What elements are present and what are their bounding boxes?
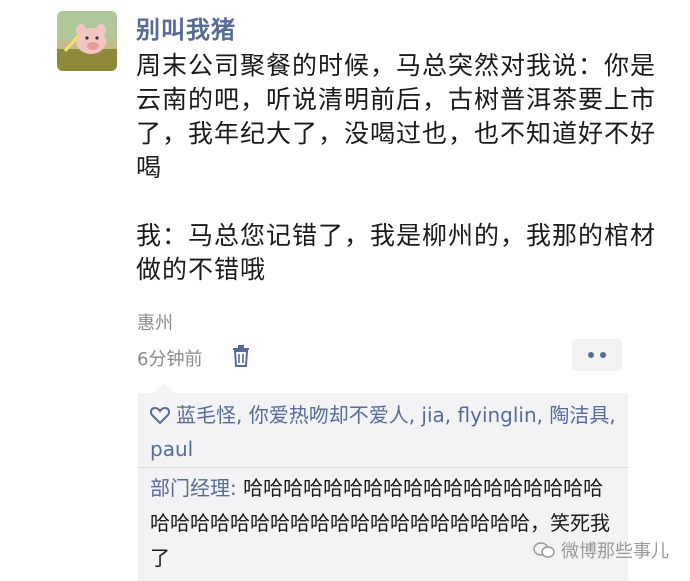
- author-name[interactable]: 别叫我猪: [136, 10, 236, 45]
- heart-icon: [149, 401, 171, 433]
- watermark: 微博那些事儿: [533, 537, 669, 563]
- post-time: 6分钟前: [137, 349, 203, 370]
- commenter-name[interactable]: 部门经理: [150, 476, 230, 500]
- post-text: 周末公司聚餐的时候，马总突然对我说：你是云南的吧，听说清明前后，古树普洱茶要上市…: [136, 51, 657, 284]
- trash-icon[interactable]: [232, 345, 250, 367]
- post-location[interactable]: 惠州: [137, 309, 173, 335]
- comments-arrow: [154, 383, 174, 393]
- wechat-icon: [533, 542, 555, 558]
- likes-list: 蓝毛怪, 你爱热吻却不爱人, jia, flyinglin, 陶洁具, paul: [149, 399, 616, 465]
- avatar[interactable]: [57, 11, 117, 71]
- more-dots-icon[interactable]: [572, 339, 622, 371]
- comment-separator: :: [230, 476, 244, 500]
- divider: [138, 467, 628, 468]
- dot: [600, 352, 606, 358]
- dot: [588, 352, 594, 358]
- like-names[interactable]: 蓝毛怪, 你爱热吻却不爱人, jia, flyinglin, 陶洁具, paul: [150, 403, 616, 461]
- watermark-text: 微博那些事儿: [561, 541, 669, 562]
